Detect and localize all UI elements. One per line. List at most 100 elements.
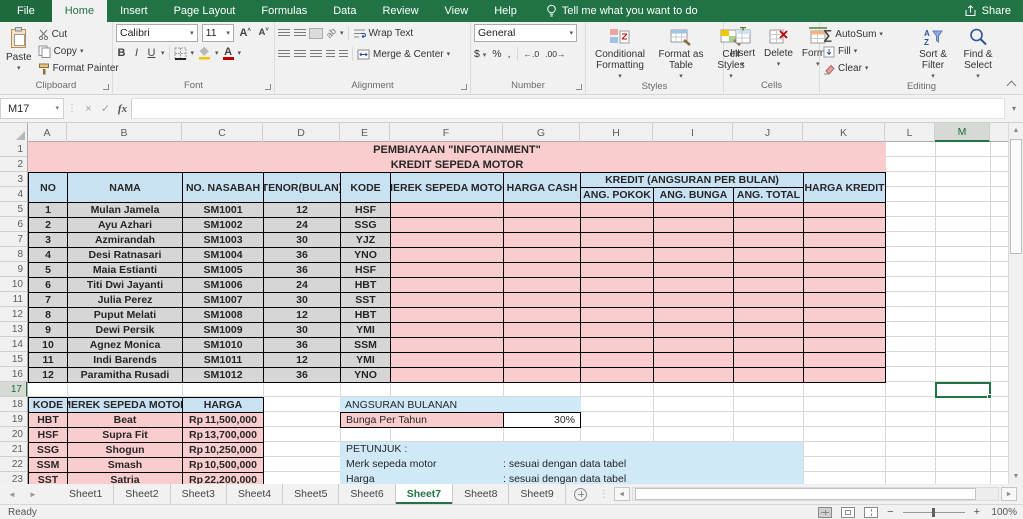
empty-data-cell[interactable] [803,307,886,323]
normal-view-button[interactable] [818,506,833,518]
column-header-h[interactable]: H [580,123,653,142]
horizontal-scrollbar[interactable]: ◄ ► [613,486,1017,502]
empty-data-cell[interactable] [733,247,804,263]
data-cell[interactable]: SM1009 [182,322,264,338]
header-ang-bunga[interactable]: ANG. BUNGA [653,187,734,203]
lookup-harga-cell[interactable]: Rp 11,500,000 [182,412,264,428]
decrease-indent-icon[interactable] [326,49,335,59]
zoom-out-button[interactable]: − [887,506,893,518]
previous-sheet-arrow-icon[interactable]: ◄ [0,484,24,504]
wrap-text-button[interactable]: Wrap Text [353,26,413,41]
data-cell[interactable]: 12 [263,202,341,218]
empty-data-cell[interactable] [803,232,886,248]
data-cell[interactable]: Maia Estianti [67,262,183,278]
data-cell[interactable]: 30 [263,322,341,338]
insert-cells-button[interactable]: Insert ▾ [727,24,758,80]
empty-data-cell[interactable] [733,322,804,338]
data-cell[interactable]: SM1004 [182,247,264,263]
lookup-merek-cell[interactable]: Smash [67,457,183,473]
increase-font-size-button[interactable]: A˄ [238,27,253,39]
empty-data-cell[interactable] [503,247,581,263]
empty-data-cell[interactable] [733,202,804,218]
lookup-kode-cell[interactable]: SST [28,472,68,484]
confirm-entry-button[interactable]: ✓ [97,102,114,115]
empty-data-cell[interactable] [390,292,504,308]
data-cell[interactable]: Desi Ratnasari [67,247,183,263]
header-kredit-group[interactable]: KREDIT (ANGSURAN PER BULAN) [580,172,804,188]
empty-data-cell[interactable] [653,292,734,308]
empty-data-cell[interactable] [580,307,654,323]
ribbon-tab-help[interactable]: Help [481,0,530,22]
font-dialog-launcher-icon[interactable] [265,84,271,90]
font-color-icon[interactable]: A [222,46,234,60]
sheet-title-cell[interactable]: PEMBIAYAAN "INFOTAINMENT" KREDIT SEPEDA M… [28,142,886,173]
sheet-tab-sheet7[interactable]: Sheet7 [395,484,454,504]
orientation-icon[interactable]: ab [324,26,338,40]
underline-button[interactable]: U [146,47,157,59]
expand-formula-bar-icon[interactable]: ▾ [1005,104,1023,113]
column-header-k[interactable]: K [803,123,885,142]
find-select-button[interactable]: Find & Select ▾ [957,24,999,81]
format-painter-button[interactable]: Format Painter [38,61,119,76]
header-kode[interactable]: KODE [340,172,391,203]
insert-function-button[interactable]: fx [114,103,131,115]
row-header-10[interactable]: 10 [0,277,27,292]
data-cell[interactable]: Puput Melati [67,307,183,323]
empty-data-cell[interactable] [653,322,734,338]
data-cell[interactable]: 8 [28,307,68,323]
comma-style-button[interactable]: , [508,48,511,60]
lookup-header-kode[interactable]: KODE [28,397,68,413]
column-header-c[interactable]: C [182,123,263,142]
copy-button[interactable]: Copy ▾ [38,44,119,59]
empty-data-cell[interactable] [733,292,804,308]
sheet-tab-sheet9[interactable]: Sheet9 [509,484,566,504]
formula-input[interactable] [131,98,1005,119]
font-size-combo[interactable]: 11 ▾ [201,24,234,42]
header-ang-pokok[interactable]: ANG. POKOK [580,187,654,203]
empty-data-cell[interactable] [503,322,581,338]
ribbon-tab-data[interactable]: Data [320,0,369,22]
name-box[interactable]: M17 ▾ [0,98,64,119]
row-header-9[interactable]: 9 [0,262,27,277]
empty-data-cell[interactable] [390,307,504,323]
lookup-harga-cell[interactable]: Rp 13,700,000 [182,427,264,443]
data-cell[interactable]: 4 [28,247,68,263]
column-header-i[interactable]: I [653,123,733,142]
number-dialog-launcher-icon[interactable] [576,84,582,90]
header-harga-kredit[interactable]: HARGA KREDIT [803,172,886,203]
empty-data-cell[interactable] [503,217,581,233]
scroll-right-arrow-icon[interactable]: ► [1001,487,1017,501]
empty-data-cell[interactable] [580,292,654,308]
empty-data-cell[interactable] [733,367,804,383]
decrease-font-size-button[interactable]: A˅ [256,27,271,38]
data-cell[interactable]: Agnez Monica [67,337,183,353]
autosum-button[interactable]: ∑ AutoSum ▾ [823,27,909,42]
align-middle-icon[interactable] [294,28,306,38]
empty-data-cell[interactable] [803,292,886,308]
empty-data-cell[interactable] [390,262,504,278]
lookup-merek-cell[interactable]: Beat [67,412,183,428]
data-cell[interactable]: SM1003 [182,232,264,248]
data-cell[interactable]: HSF [340,202,391,218]
empty-data-cell[interactable] [580,262,654,278]
data-cell[interactable]: HSF [340,262,391,278]
data-cell[interactable]: SM1005 [182,262,264,278]
empty-data-cell[interactable] [390,352,504,368]
empty-data-cell[interactable] [390,217,504,233]
page-break-view-button[interactable] [864,506,879,518]
empty-data-cell[interactable] [580,322,654,338]
paste-button[interactable]: Paste ▾ [3,24,35,80]
data-cell[interactable]: HBT [340,307,391,323]
zoom-in-button[interactable]: + [974,506,980,518]
empty-data-cell[interactable] [503,292,581,308]
ribbon-tab-file[interactable]: File [0,0,52,22]
empty-data-cell[interactable] [803,202,886,218]
data-cell[interactable]: SM1011 [182,352,264,368]
empty-data-cell[interactable] [653,277,734,293]
data-cell[interactable]: YJZ [340,232,391,248]
page-layout-view-button[interactable] [841,506,856,518]
row-header-21[interactable]: 21 [0,442,27,457]
empty-data-cell[interactable] [653,307,734,323]
increase-indent-icon[interactable] [339,49,348,59]
empty-data-cell[interactable] [803,352,886,368]
